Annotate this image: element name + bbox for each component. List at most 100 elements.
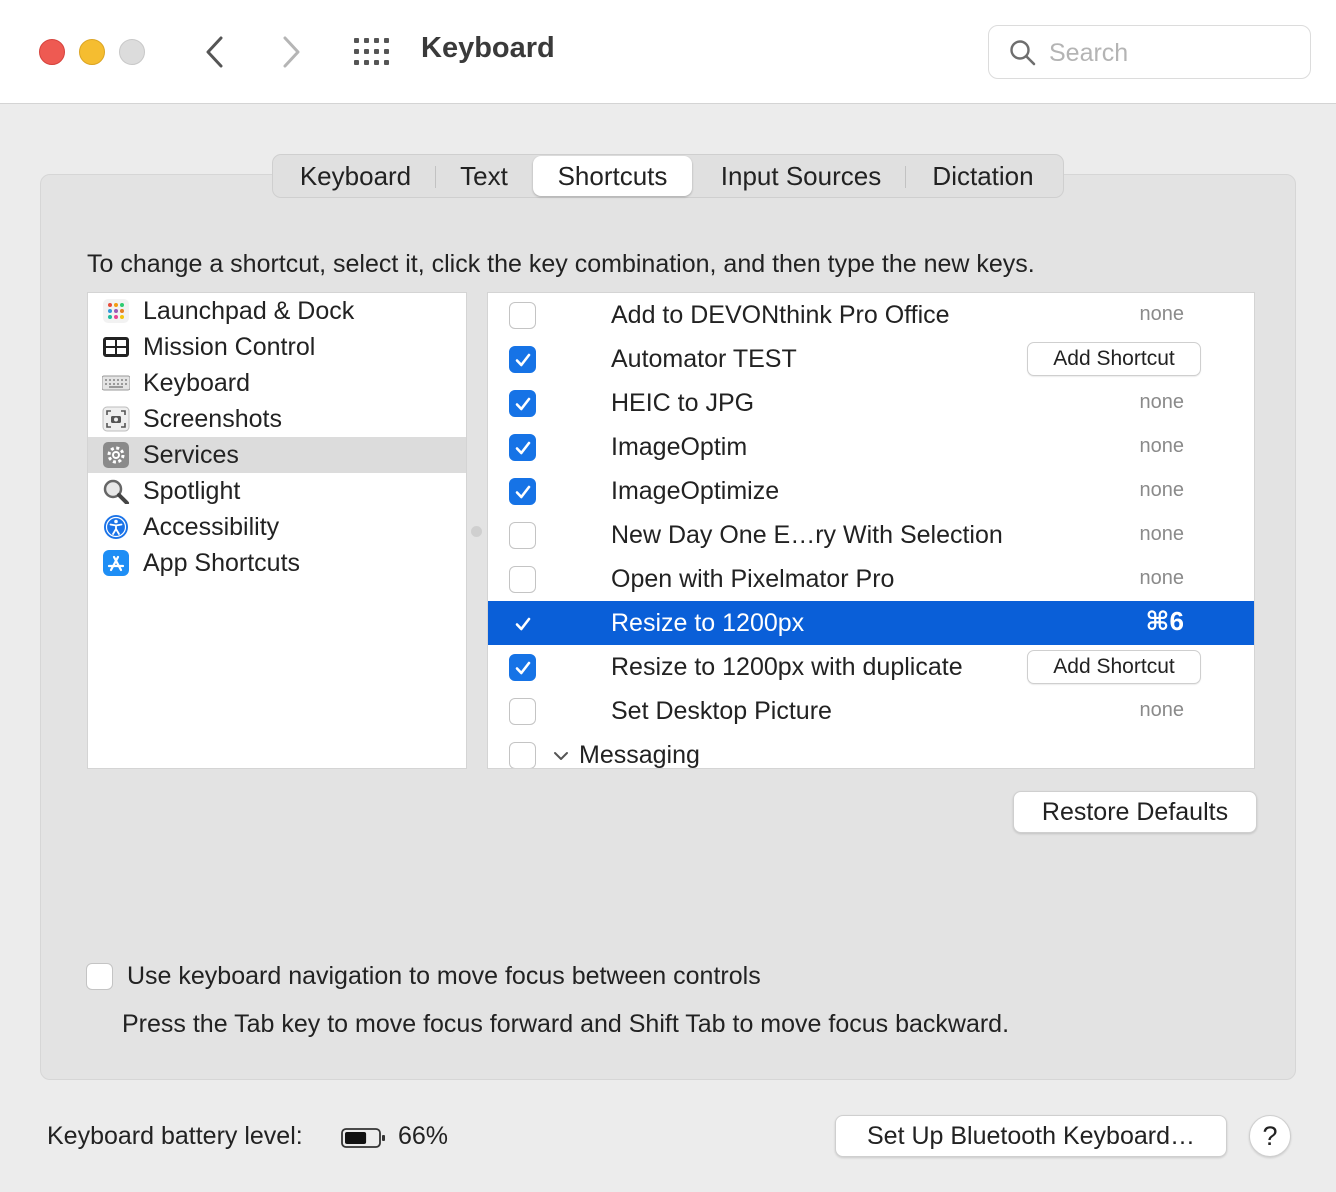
shortcut-row[interactable]: HEIC to JPG none [488, 381, 1254, 425]
shortcut-checkbox[interactable] [509, 566, 536, 593]
restore-defaults-button[interactable]: Restore Defaults [1013, 791, 1257, 833]
shortcut-row[interactable]: Set Desktop Picture none [488, 689, 1254, 733]
tab-input-sources[interactable]: Input Sources [701, 155, 901, 197]
category-label: Keyboard [143, 369, 251, 397]
shortcut-checkbox[interactable] [509, 434, 536, 461]
shortcut-row-selected[interactable]: Resize to 1200px ⌘6 [488, 601, 1254, 645]
checkmark-icon [515, 617, 531, 631]
battery-percent: 66% [398, 1122, 449, 1150]
shortcut-key[interactable]: none [1140, 567, 1185, 590]
search-icon [1010, 40, 1036, 66]
category-app-shortcuts[interactable]: App Shortcuts [88, 545, 466, 581]
keyboard-icon [102, 375, 130, 391]
category-label: Services [143, 441, 239, 469]
gear-icon [103, 442, 129, 468]
shortcut-row[interactable]: Open with Pixelmator Pro none [488, 557, 1254, 601]
category-label: Screenshots [143, 405, 282, 433]
category-spotlight[interactable]: Spotlight [88, 473, 466, 509]
category-services[interactable]: Services [88, 437, 466, 473]
window-title: Keyboard [421, 32, 555, 64]
shortcut-checkbox[interactable] [509, 654, 536, 681]
checkmark-icon [515, 485, 531, 499]
shortcut-checkbox[interactable] [509, 478, 536, 505]
group-label: Messaging [579, 741, 700, 769]
category-label: Accessibility [143, 513, 280, 541]
magnifier-icon [103, 479, 129, 504]
battery-fill [345, 1132, 367, 1144]
chevron-down-icon[interactable] [552, 747, 570, 765]
keyboard-navigation-checkbox[interactable] [86, 963, 113, 990]
category-mission-control[interactable]: Mission Control [88, 329, 466, 365]
shortcut-label: Resize to 1200px with duplicate [611, 653, 963, 681]
tab-shortcuts[interactable]: Shortcuts [533, 156, 692, 196]
add-shortcut-button[interactable]: Add Shortcut [1027, 650, 1201, 684]
group-checkbox[interactable] [509, 742, 536, 768]
shortcut-row[interactable]: Resize to 1200px with duplicate Add Shor… [488, 645, 1254, 689]
category-label: App Shortcuts [143, 549, 301, 577]
title-bar: Keyboard [0, 0, 1336, 104]
checkmark-icon [515, 661, 531, 675]
shortcut-row[interactable]: ImageOptim none [488, 425, 1254, 469]
shortcut-list[interactable]: Add to DEVONthink Pro Office none Automa… [487, 292, 1255, 769]
search-input[interactable] [1049, 36, 1299, 70]
shortcut-checkbox[interactable] [509, 522, 536, 549]
grid-icon [354, 38, 389, 65]
shortcut-checkbox[interactable] [509, 302, 536, 329]
checkmark-icon [515, 397, 531, 411]
tab-text[interactable]: Text [443, 155, 525, 197]
shortcut-key[interactable]: none [1140, 699, 1185, 722]
shortcut-checkbox[interactable] [509, 390, 536, 417]
shortcut-label: New Day One E…ry With Selection [611, 521, 1003, 549]
category-keyboard[interactable]: Keyboard [88, 365, 466, 401]
shortcut-key[interactable]: ⌘6 [1145, 606, 1184, 637]
forward-button[interactable] [276, 30, 306, 74]
category-accessibility[interactable]: Accessibility [88, 509, 466, 545]
tab-separator [905, 166, 906, 188]
tab-separator [435, 166, 436, 188]
shortcut-label: Set Desktop Picture [611, 697, 832, 725]
shortcut-label: ImageOptim [611, 433, 748, 461]
add-shortcut-button[interactable]: Add Shortcut [1027, 342, 1201, 376]
setup-bluetooth-keyboard-button[interactable]: Set Up Bluetooth Keyboard… [835, 1115, 1227, 1157]
chevron-left-icon [206, 36, 223, 68]
back-button[interactable] [200, 30, 230, 74]
app-store-icon [103, 550, 129, 576]
chevron-right-icon [283, 36, 300, 68]
help-button[interactable]: ? [1249, 1115, 1291, 1157]
shortcut-label: Open with Pixelmator Pro [611, 565, 895, 593]
tab-dictation[interactable]: Dictation [913, 155, 1053, 197]
group-row-messaging[interactable]: Messaging [488, 733, 1254, 769]
search-field[interactable] [988, 25, 1311, 79]
shortcut-row[interactable]: New Day One E…ry With Selection none [488, 513, 1254, 557]
category-label: Spotlight [143, 477, 241, 505]
close-button[interactable] [39, 39, 65, 65]
shortcut-key[interactable]: none [1140, 303, 1185, 326]
shortcut-key[interactable]: none [1140, 523, 1185, 546]
checkmark-icon [515, 441, 531, 455]
category-screenshots[interactable]: Screenshots [88, 401, 466, 437]
shortcut-row[interactable]: ImageOptimize none [488, 469, 1254, 513]
shortcut-label: Resize to 1200px [611, 609, 805, 637]
shortcut-row[interactable]: Automator TEST Add Shortcut [488, 337, 1254, 381]
keyboard-navigation-label[interactable]: Use keyboard navigation to move focus be… [127, 962, 761, 991]
checkmark-icon [515, 353, 531, 367]
shortcut-row[interactable]: Add to DEVONthink Pro Office none [488, 293, 1254, 337]
tab-keyboard[interactable]: Keyboard [283, 155, 428, 197]
shortcut-key[interactable]: none [1140, 479, 1185, 502]
minimize-button[interactable] [79, 39, 105, 65]
split-view-handle[interactable] [471, 526, 482, 537]
shortcut-label: ImageOptimize [611, 477, 780, 505]
instructions-text: To change a shortcut, select it, click t… [87, 250, 1035, 278]
shortcut-checkbox[interactable] [509, 346, 536, 373]
shortcut-key[interactable]: none [1140, 435, 1185, 458]
show-all-button[interactable] [352, 36, 392, 68]
category-launchpad-dock[interactable]: Launchpad & Dock [88, 293, 466, 329]
shortcut-label: Automator TEST [611, 345, 797, 373]
category-list[interactable]: Launchpad & Dock Mission Control Keyboar… [87, 292, 467, 769]
zoom-button[interactable] [119, 39, 145, 65]
shortcut-checkbox[interactable] [509, 610, 536, 637]
tab-bar: Keyboard Text Shortcuts Input Sources Di… [272, 154, 1064, 198]
shortcut-key[interactable]: none [1140, 391, 1185, 414]
shortcut-checkbox[interactable] [509, 698, 536, 725]
shortcut-label: Add to DEVONthink Pro Office [611, 301, 950, 329]
